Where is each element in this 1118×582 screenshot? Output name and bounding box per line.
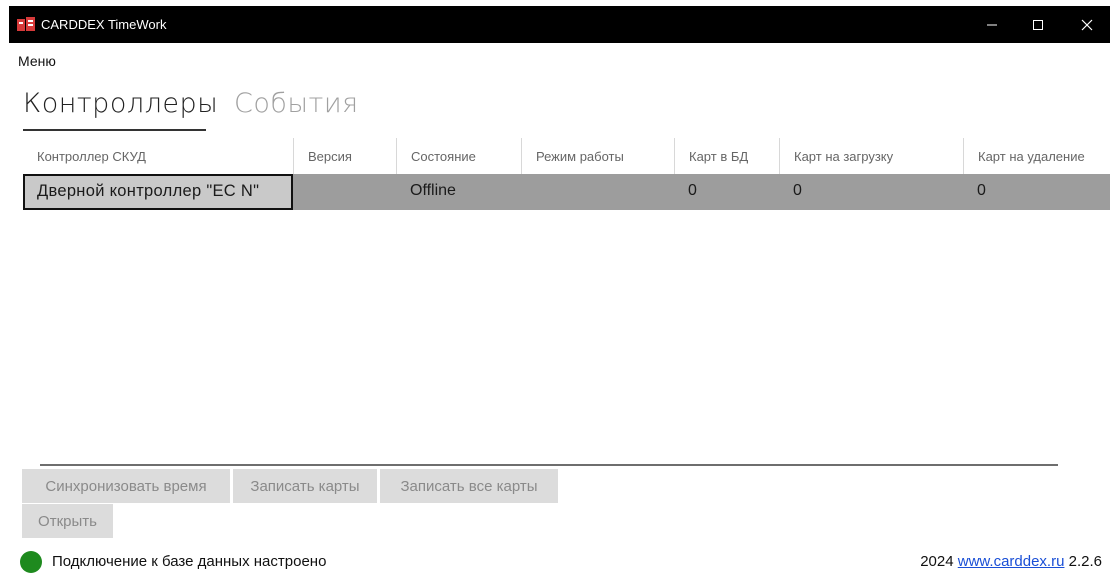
- minimize-button[interactable]: [969, 6, 1015, 43]
- carddex-logo-icon: [17, 17, 35, 31]
- cell-controller[interactable]: Дверной контроллер "EC N": [23, 174, 293, 210]
- green-dot-icon: [20, 551, 42, 573]
- controllers-table: Контроллер СКУД Версия Состояние Режим р…: [23, 138, 1110, 465]
- table-row[interactable]: Дверной контроллер "EC N" Offline 0 0 0: [23, 174, 1110, 210]
- cell-mode[interactable]: [521, 174, 674, 210]
- footer-info: 2024 www.carddex.ru 2.2.6: [920, 553, 1102, 570]
- panel-divider: [40, 464, 1058, 466]
- cell-state[interactable]: Offline: [396, 174, 521, 210]
- window-title: CARDDEX TimeWork: [41, 17, 167, 32]
- app-window: CARDDEX TimeWork Меню Контроллеры Событи…: [9, 6, 1110, 582]
- table-header: Контроллер СКУД Версия Состояние Режим р…: [23, 138, 1110, 174]
- cell-cards-db[interactable]: 0: [674, 174, 779, 210]
- column-header-cards-upload[interactable]: Карт на загрузку: [779, 138, 963, 174]
- main-menu[interactable]: Меню: [18, 53, 56, 69]
- title-bar[interactable]: CARDDEX TimeWork: [9, 6, 1110, 43]
- cell-version[interactable]: [293, 174, 396, 210]
- column-header-version[interactable]: Версия: [293, 138, 396, 174]
- column-header-mode[interactable]: Режим работы: [521, 138, 674, 174]
- footer-year: 2024: [920, 553, 954, 570]
- tab-events[interactable]: События: [234, 88, 359, 119]
- sync-time-button[interactable]: Синхронизовать время: [22, 469, 230, 503]
- website-link[interactable]: www.carddex.ru: [958, 553, 1065, 570]
- column-header-cards-db[interactable]: Карт в БД: [674, 138, 779, 174]
- write-cards-button[interactable]: Записать карты: [233, 469, 377, 503]
- open-button[interactable]: Открыть: [22, 504, 113, 538]
- tab-controllers[interactable]: Контроллеры: [23, 88, 218, 119]
- app-version: 2.2.6: [1068, 553, 1102, 570]
- close-icon: [1081, 19, 1093, 30]
- maximize-icon: [1033, 19, 1043, 30]
- active-tab-indicator: [23, 129, 206, 131]
- maximize-button[interactable]: [1015, 6, 1061, 43]
- minimize-icon: [987, 24, 997, 25]
- close-button[interactable]: [1064, 6, 1110, 43]
- write-all-cards-button[interactable]: Записать все карты: [380, 469, 558, 503]
- column-header-cards-delete[interactable]: Карт на удаление: [963, 138, 1110, 174]
- cell-cards-upload[interactable]: 0: [779, 174, 963, 210]
- column-header-state[interactable]: Состояние: [396, 138, 521, 174]
- column-header-controller[interactable]: Контроллер СКУД: [23, 138, 293, 174]
- db-status-text: Подключение к базе данных настроено: [52, 553, 327, 570]
- cell-cards-delete[interactable]: 0: [963, 174, 1110, 210]
